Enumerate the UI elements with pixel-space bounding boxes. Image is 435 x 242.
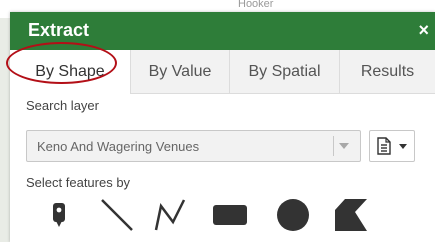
search-layer-label: Search layer [26,98,99,113]
layer-options-button[interactable] [369,130,415,162]
extract-panel: Extract × By Shape By Value By Spatial R… [10,12,435,242]
document-list-icon [376,137,392,160]
polyline-tool-button[interactable] [148,195,192,239]
tab-by-value[interactable]: By Value [131,50,229,93]
search-layer-value: Keno And Wagering Venues [37,139,200,154]
circle-tool-button[interactable] [271,195,315,239]
point-marker-icon [49,202,69,233]
tab-results[interactable]: Results [340,50,435,93]
tab-bar: By Shape By Value By Spatial Results [10,50,435,94]
chevron-down-icon [339,143,349,149]
tab-by-spatial[interactable]: By Spatial [230,50,339,93]
circle-icon [276,198,310,237]
rectangle-tool-button[interactable] [208,195,252,239]
point-tool-button[interactable] [37,195,81,239]
line-icon [100,198,134,237]
select-divider [333,136,334,156]
select-features-label: Select features by [26,175,131,190]
search-layer-select[interactable]: Keno And Wagering Venues [26,130,361,162]
rectangle-icon [212,203,248,232]
caret-down-icon [399,144,407,149]
close-icon[interactable]: × [418,20,429,41]
polygon-icon [333,198,369,237]
polygon-tool-button[interactable] [329,195,373,239]
polyline-icon [153,198,187,237]
map-place-label: Hooker [238,0,274,10]
panel-header: Extract × [10,12,435,50]
panel-title: Extract [28,20,90,40]
tab-by-shape[interactable]: By Shape [10,50,130,94]
line-tool-button[interactable] [95,195,139,239]
